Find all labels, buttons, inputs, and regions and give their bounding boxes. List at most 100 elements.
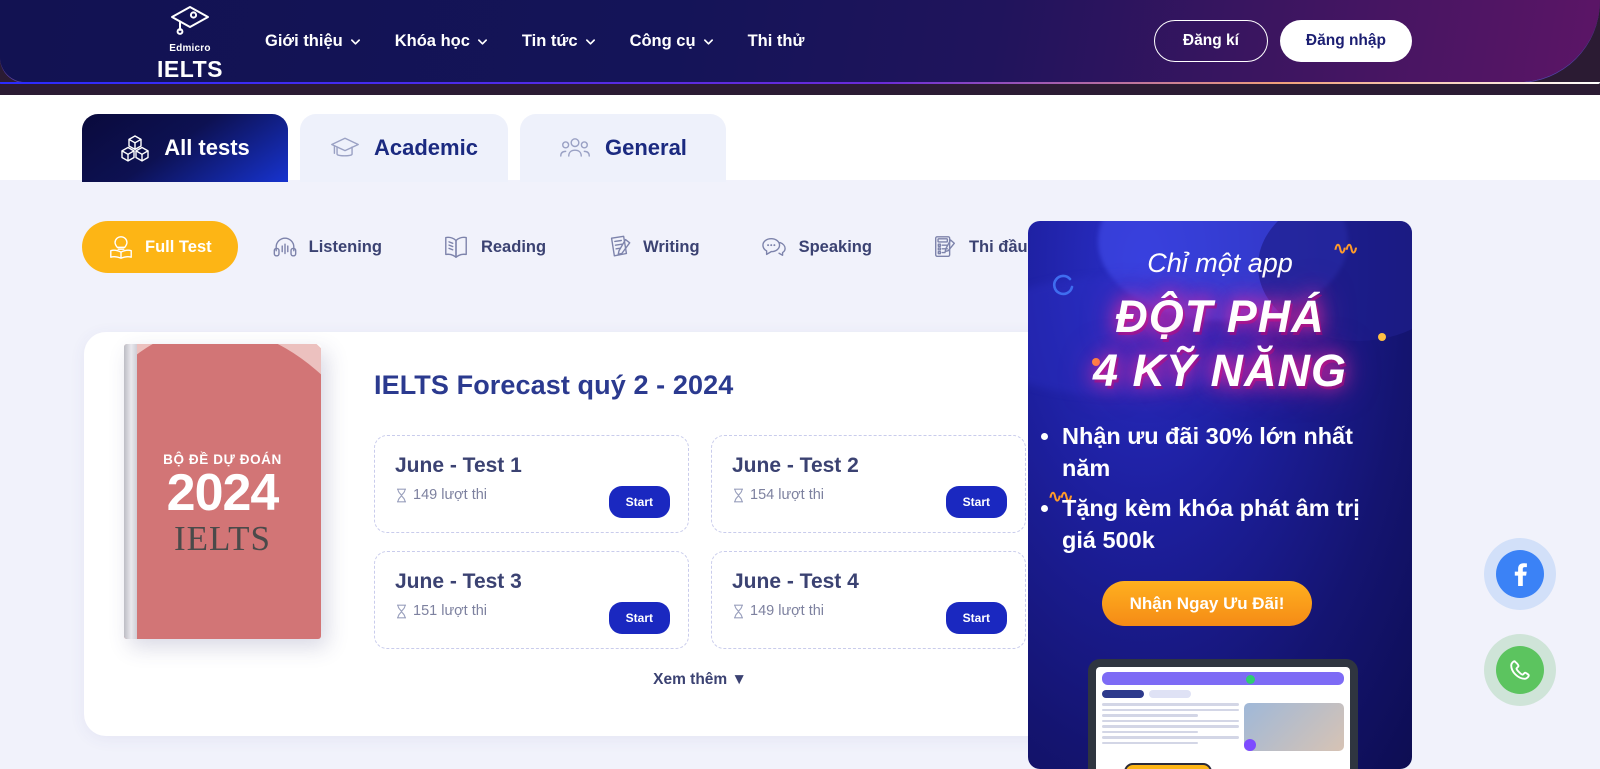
nav-item-tin-tuc[interactable]: Tin tức <box>522 32 596 51</box>
open-book-icon <box>445 236 467 258</box>
chevron-down-icon <box>703 38 713 45</box>
filter-label: Writing <box>643 237 700 256</box>
test-card[interactable]: June - Test 4 149 lượt thi Start <box>711 551 1026 649</box>
test-type-tabs: All tests Academic General <box>82 114 726 182</box>
test-name: June - Test 1 <box>395 454 522 477</box>
headphones-icon <box>273 237 296 257</box>
start-button[interactable]: Start <box>945 486 1007 518</box>
nav-label: Giới thiệu <box>265 31 343 50</box>
graduation-cap-icon <box>331 137 359 157</box>
tab-label: All tests <box>164 135 250 160</box>
test-card[interactable]: June - Test 3 151 lượt thi Start <box>374 551 689 649</box>
chevron-down-icon <box>350 38 360 45</box>
phone-fab[interactable] <box>1496 646 1544 694</box>
mock-status-dot <box>1244 739 1256 751</box>
book-cover-text: BỘ ĐỀ DỰ ĐOÁN 2024 IELTS <box>124 452 321 556</box>
nav-label: Thi thử <box>747 31 805 50</box>
tab-all-tests[interactable]: All tests <box>82 114 288 182</box>
main-nav: Giới thiệu Khóa học Tin tức Công cụ Thi … <box>265 0 804 82</box>
mock-photo <box>1244 703 1344 751</box>
test-card[interactable]: June - Test 2 154 lượt thi Start <box>711 435 1026 533</box>
filter-label: Speaking <box>798 237 872 256</box>
filter-writing[interactable]: Writing <box>580 221 726 273</box>
register-button[interactable]: Đăng kí <box>1153 20 1268 62</box>
filter-speaking[interactable]: Speaking <box>734 222 898 272</box>
auth-actions: Đăng kí Đăng nhập <box>1153 0 1412 82</box>
tab-academic[interactable]: Academic <box>300 114 508 182</box>
filter-label: Full Test <box>145 237 212 256</box>
speech-bubbles-icon <box>761 238 786 256</box>
test-card[interactable]: June - Test 1 149 lượt thi Start <box>374 435 689 533</box>
book-cover-image: BỘ ĐỀ DỰ ĐOÁN 2024 IELTS <box>124 344 321 639</box>
pencil-paper-icon <box>610 235 631 257</box>
chevron-down-icon <box>477 38 487 45</box>
facebook-icon <box>1514 563 1527 586</box>
banner-headline-1: ĐỘT PHÁ <box>1115 291 1325 342</box>
filter-listening[interactable]: Listening <box>246 221 408 273</box>
test-attempts: 151 lượt thi <box>413 603 488 619</box>
forecast-card: BỘ ĐỀ DỰ ĐOÁN 2024 IELTS IELTS Forecast … <box>84 332 1070 736</box>
tab-label: General <box>604 135 687 160</box>
nav-item-khoa-hoc[interactable]: Khóa học <box>395 32 488 51</box>
mock-text-col <box>1102 703 1239 751</box>
book-line-2: 2024 <box>166 464 280 522</box>
hourglass-icon <box>734 604 743 618</box>
filter-label: Reading <box>480 237 547 256</box>
mock-toolbar <box>1102 672 1344 685</box>
nav-label: Tin tức <box>521 31 578 50</box>
banner-benefit-list: Nhận ưu đãi 30% lớn nhất năm Tặng kèm kh… <box>1062 421 1392 565</box>
device-screen <box>1096 667 1350 769</box>
banner-benefit-item: Nhận ưu đãi 30% lớn nhất năm <box>1062 421 1392 485</box>
test-attempts: 154 lượt thi <box>750 487 825 503</box>
mock-tab <box>1149 690 1191 698</box>
chevron-down-icon <box>585 38 595 45</box>
book-cover-wrap: BỘ ĐỀ DỰ ĐOÁN 2024 IELTS <box>84 332 372 736</box>
test-grid: June - Test 1 149 lượt thi Start June - … <box>374 435 1026 649</box>
start-button[interactable]: Start <box>608 602 670 634</box>
show-more-button[interactable]: Xem thêm ▼ <box>374 671 1026 689</box>
phone-icon <box>1510 660 1530 680</box>
test-list-wrap: IELTS Forecast quý 2 - 2024 June - Test … <box>372 332 1070 736</box>
lightbulb-book-icon <box>110 236 132 259</box>
filter-full-test[interactable]: Full Test <box>82 221 238 273</box>
banner-cta-button[interactable]: Nhận Ngay Ưu Đãi! <box>1102 581 1312 626</box>
login-button[interactable]: Đăng nhập <box>1279 20 1412 62</box>
mock-content <box>1102 703 1344 751</box>
test-name: June - Test 4 <box>732 570 859 593</box>
tab-general[interactable]: General <box>519 114 726 182</box>
start-button[interactable]: Start <box>945 602 1007 634</box>
graduation-cap-icon <box>171 6 209 35</box>
mock-phone <box>1124 763 1212 769</box>
nav-item-gioi-thieu[interactable]: Giới thiệu <box>265 32 361 51</box>
page-body: Full Test Listening Reading Writing Spea… <box>0 180 1600 769</box>
test-name: June - Test 3 <box>395 570 522 593</box>
facebook-fab[interactable] <box>1496 550 1544 598</box>
filter-reading[interactable]: Reading <box>416 221 572 273</box>
logo-brand: Edmicro <box>169 43 211 54</box>
hourglass-icon <box>397 604 406 618</box>
filter-label: Listening <box>308 237 382 256</box>
nav-label: Công cụ <box>629 31 696 50</box>
site-logo[interactable]: Edmicro IELTS <box>152 4 228 81</box>
show-more-label: Xem thêm <box>653 671 728 688</box>
nav-item-thi-thu[interactable]: Thi thử <box>748 32 805 51</box>
banner-subtitle: Chỉ một app <box>1147 248 1293 278</box>
test-name: June - Test 2 <box>732 454 859 477</box>
cubes-icon <box>121 135 149 162</box>
logo-product: IELTS <box>157 56 223 82</box>
forecast-title: IELTS Forecast quý 2 - 2024 <box>374 370 734 400</box>
test-attempts: 149 lượt thi <box>750 603 825 619</box>
hourglass-icon <box>734 488 743 502</box>
device-mockup <box>1088 659 1358 769</box>
nav-label: Khóa học <box>394 31 470 50</box>
people-group-icon <box>560 138 590 157</box>
site-header: Edmicro IELTS Giới thiệu Khóa học Tin tứ… <box>0 0 1600 84</box>
mock-tabs <box>1102 690 1344 698</box>
banner-headline-2: 4 KỸ NĂNG <box>1092 345 1348 396</box>
book-line-3: IELTS <box>173 518 272 558</box>
mock-tab <box>1102 690 1144 698</box>
nav-item-cong-cu[interactable]: Công cụ <box>630 32 714 51</box>
skill-filter-bar: Full Test Listening Reading Writing Spea… <box>82 221 1087 273</box>
app-promo-banner[interactable]: ∿∿ ∿∿ Chỉ một app ĐỘT PHÁ 4 KỸ NĂNG Nhận… <box>1028 221 1412 769</box>
start-button[interactable]: Start <box>608 486 670 518</box>
